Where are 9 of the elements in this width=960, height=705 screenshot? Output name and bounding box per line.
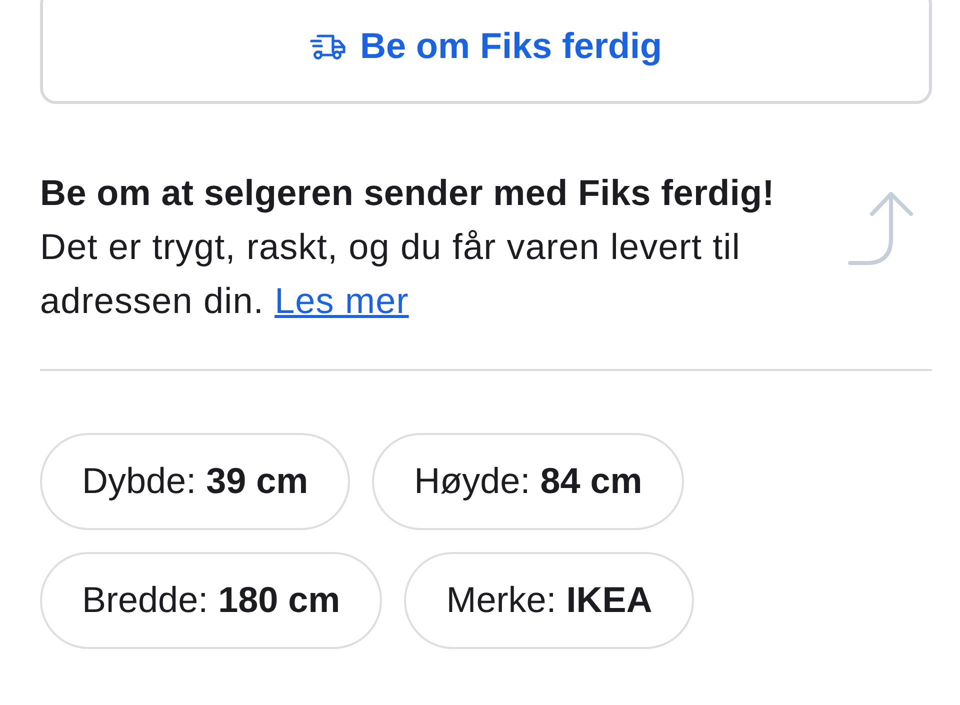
spec-chip: Dybde: 39 cm	[40, 433, 350, 530]
spec-chip: Merke: IKEA	[404, 552, 694, 649]
promo-heading: Be om at selgeren sender med Fiks ferdig!	[40, 171, 776, 215]
read-more-link[interactable]: Les mer	[274, 280, 409, 321]
fiks-ferdig-button[interactable]: Be om Fiks ferdig	[40, 0, 932, 104]
spec-chip: Høyde: 84 cm	[372, 433, 684, 530]
spec-chip: Bredde: 180 cm	[40, 552, 382, 649]
delivery-truck-icon	[310, 32, 346, 60]
promo-text: Det er trygt, raskt, og du får varen levert til adressen din. Les mer	[40, 225, 742, 323]
